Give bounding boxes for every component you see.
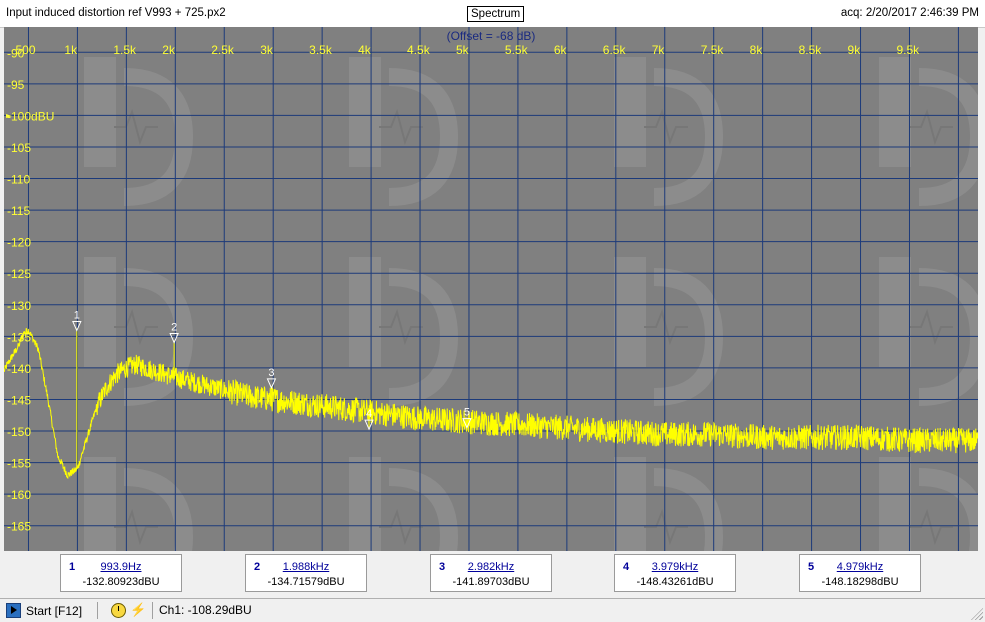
y-tick-label: -95	[7, 78, 25, 92]
readout-level: -141.89703dBU	[452, 576, 530, 588]
x-tick-label: 6k	[554, 43, 568, 57]
clock-icon[interactable]	[111, 603, 126, 618]
y-tick-label: -115	[7, 204, 30, 218]
spectrum-plot-svg[interactable]: 1234 5 500 1k 1.5k 2k 2.5k 3k 3.5k 4k 4.5k 5k 5.5k 6…	[4, 27, 978, 551]
offset-label: (Offset = -68 dB)	[447, 29, 536, 43]
status-separator	[152, 602, 153, 619]
y-tick-label: -105	[7, 141, 31, 155]
x-tick-label: 8.5k	[799, 43, 823, 57]
marker-readout-4[interactable]: 4 3.979kHz -148.43261dBU	[614, 554, 736, 592]
title-bar: Input induced distortion ref V993 + 725.…	[0, 0, 985, 28]
x-tick-label: 1.5k	[113, 43, 137, 57]
y-tick-label: -90	[7, 46, 25, 60]
status-bar: Start [F12] ⚡ Ch1: -108.29dBU	[0, 598, 985, 622]
spectrum-mode-button[interactable]: Spectrum	[467, 6, 525, 22]
y-tick-label: -150	[7, 425, 31, 439]
y-tick-label: -120	[7, 236, 31, 250]
x-tick-label: 9.5k	[896, 43, 920, 57]
readout-frequency[interactable]: 2.982kHz	[431, 561, 551, 573]
readout-frequency[interactable]: 1.988kHz	[246, 561, 366, 573]
y-tick-label: -140	[7, 362, 31, 376]
marker-readout-1[interactable]: 1 993.9Hz -132.80923dBU	[60, 554, 182, 592]
window-title: Input induced distortion ref V993 + 725.…	[6, 7, 226, 19]
y-tick-label: -135	[7, 330, 31, 344]
marker-readout-bar: 1 993.9Hz -132.80923dBU 2 1.988kHz -134.71579…	[4, 551, 978, 595]
x-tick-label: 5k	[456, 43, 470, 57]
readout-frequency[interactable]: 993.9Hz	[61, 561, 181, 573]
lightning-tool-icon[interactable]: ⚡	[130, 603, 146, 617]
x-tick-label: 4.5k	[407, 43, 431, 57]
watermark-bar	[84, 457, 116, 551]
y-tick-label: -160	[7, 488, 31, 502]
x-tick-label: 7k	[652, 43, 666, 57]
marker-label: 1	[74, 310, 80, 322]
y-tick-label: -130	[7, 299, 31, 313]
readout-level: -148.43261dBU	[636, 576, 714, 588]
x-tick-label: 8k	[750, 43, 764, 57]
readout-frequency[interactable]: 4.979kHz	[800, 561, 920, 573]
watermark-bar	[84, 57, 116, 167]
start-label: Start [F12]	[26, 603, 83, 618]
status-separator	[97, 602, 98, 619]
x-tick-label: 2.5k	[211, 43, 235, 57]
x-tick-label: 1k	[64, 43, 78, 57]
channel-readout: Ch1: -108.29dBU	[159, 603, 252, 617]
marker-label: 4	[366, 408, 372, 420]
start-button[interactable]: Start [F12]	[6, 602, 82, 619]
readout-level: -134.71579dBU	[267, 576, 345, 588]
x-tick-label: 7.5k	[701, 43, 725, 57]
x-tick-label: 6.5k	[603, 43, 627, 57]
marker-label: 5	[464, 407, 470, 419]
readout-frequency[interactable]: 3.979kHz	[615, 561, 735, 573]
watermark-bar	[879, 57, 911, 167]
y-tick-label: -100dBU	[7, 109, 54, 123]
spectrum-plot[interactable]: 12345 500 1k 1.5k 2k 2.5k 3k 3.5k 4k 4.5k 5k 5.5k 6…	[4, 27, 978, 551]
marker-label: 2	[171, 322, 177, 334]
acquisition-timestamp: acq: 2/20/2017 2:46:39 PM	[840, 7, 979, 19]
readout-level: -132.80923dBU	[82, 576, 160, 588]
x-tick-label: 9k	[848, 43, 862, 57]
y-tick-label: -145	[7, 393, 31, 407]
x-tick-label: 2k	[162, 43, 176, 57]
x-tick-label: 4k	[358, 43, 372, 57]
y-tick-label: -110	[7, 173, 30, 187]
marker-label: 3	[268, 367, 274, 379]
y-tick-label: -125	[7, 267, 31, 281]
watermark-bar	[614, 457, 646, 551]
watermark-bar	[349, 457, 381, 551]
x-tick-label: 3.5k	[309, 43, 333, 57]
watermark-bar	[349, 57, 381, 167]
y-tick-label: -155	[7, 457, 31, 471]
marker-readout-5[interactable]: 5 4.979kHz -148.18298dBU	[799, 554, 921, 592]
play-icon[interactable]	[6, 603, 21, 618]
watermark-bar	[879, 457, 911, 551]
x-tick-label: 5.5k	[505, 43, 529, 57]
marker-readout-2[interactable]: 2 1.988kHz -134.71579dBU	[245, 554, 367, 592]
readout-level: -148.18298dBU	[821, 576, 899, 588]
marker-readout-3[interactable]: 3 2.982kHz -141.89703dBU	[430, 554, 552, 592]
x-tick-label: 3k	[260, 43, 274, 57]
y-tick-label: -165	[7, 520, 31, 534]
watermark-bar	[614, 57, 646, 167]
resize-grip[interactable]	[971, 608, 983, 620]
